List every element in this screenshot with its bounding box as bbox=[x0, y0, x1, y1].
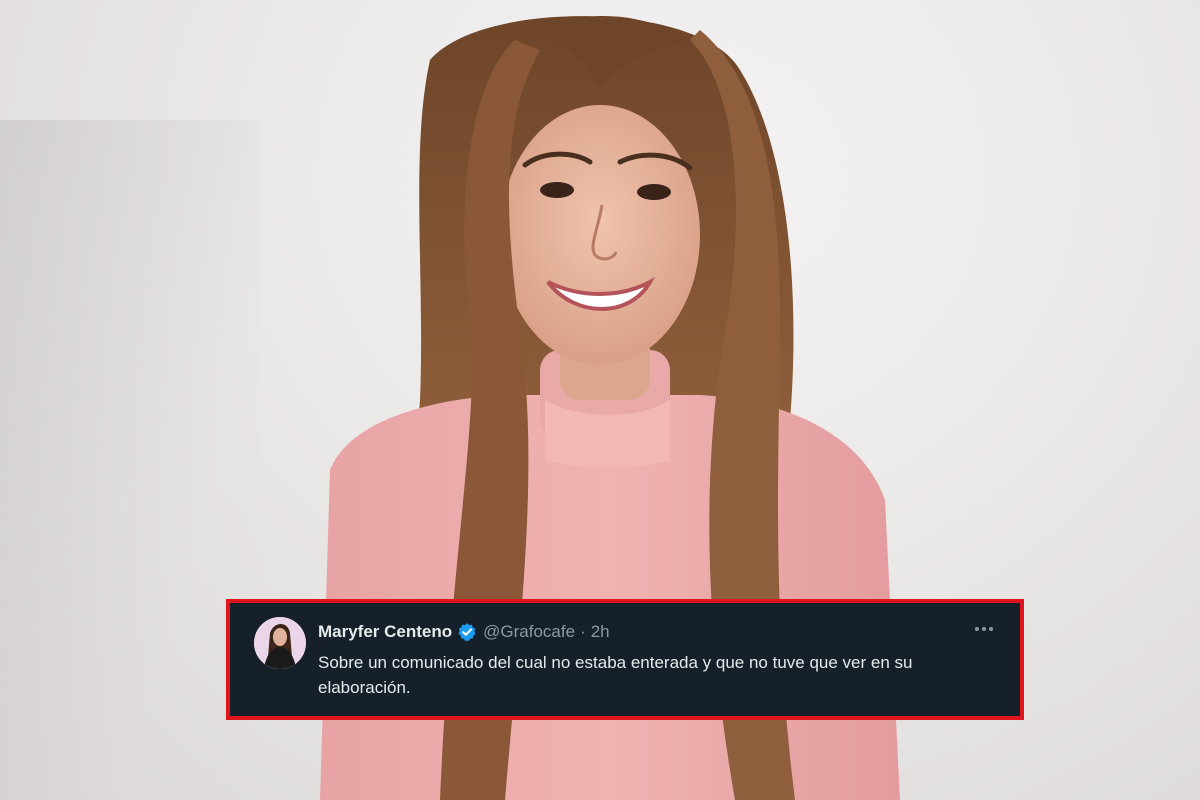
tweet-highlight-frame: Maryfer Centeno @Grafocafe · 2h Sobre un… bbox=[226, 599, 1024, 720]
face bbox=[500, 105, 700, 365]
tweet-header: Maryfer Centeno @Grafocafe · 2h bbox=[318, 621, 980, 643]
tweet-card[interactable]: Maryfer Centeno @Grafocafe · 2h Sobre un… bbox=[230, 603, 1020, 716]
avatar[interactable] bbox=[254, 617, 306, 669]
screenshot-stage: Maryfer Centeno @Grafocafe · 2h Sobre un… bbox=[0, 0, 1200, 800]
verified-badge-icon bbox=[457, 622, 477, 642]
user-handle[interactable]: @Grafocafe bbox=[483, 622, 575, 642]
timestamp[interactable]: 2h bbox=[591, 622, 610, 642]
display-name[interactable]: Maryfer Centeno bbox=[318, 622, 452, 642]
tweet-text: Sobre un comunicado del cual no estaba e… bbox=[318, 653, 913, 697]
more-options-icon[interactable] bbox=[972, 617, 996, 641]
separator-dot: · bbox=[580, 622, 586, 641]
